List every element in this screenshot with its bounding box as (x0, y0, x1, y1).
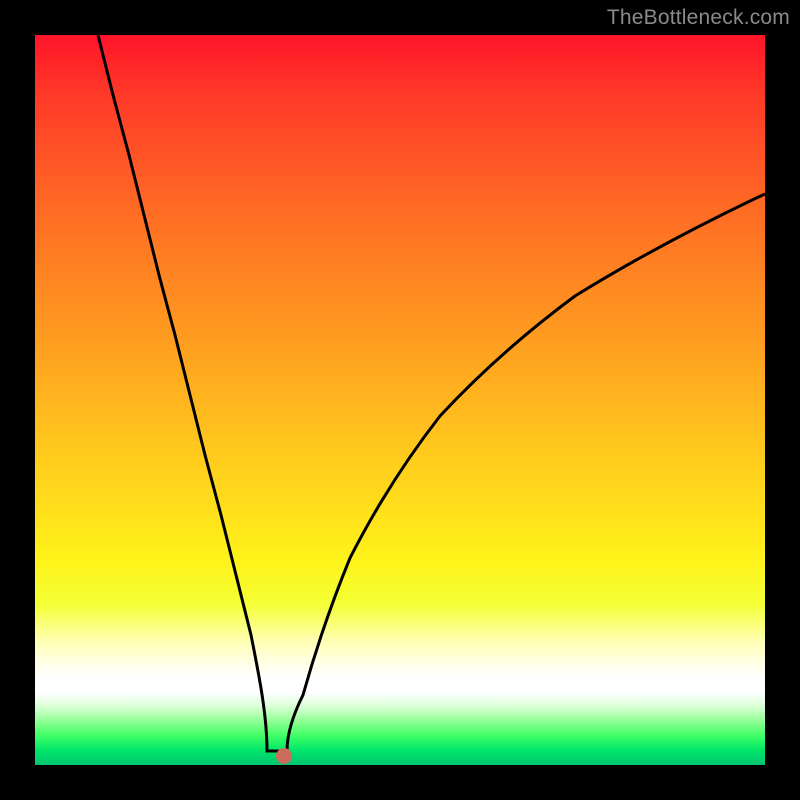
chart-frame: TheBottleneck.com (0, 0, 800, 800)
chart-svg (35, 35, 765, 765)
marker-dot (276, 748, 292, 764)
watermark-text: TheBottleneck.com (607, 6, 790, 30)
bottleneck-curve (98, 35, 765, 751)
plot-area (35, 35, 765, 765)
